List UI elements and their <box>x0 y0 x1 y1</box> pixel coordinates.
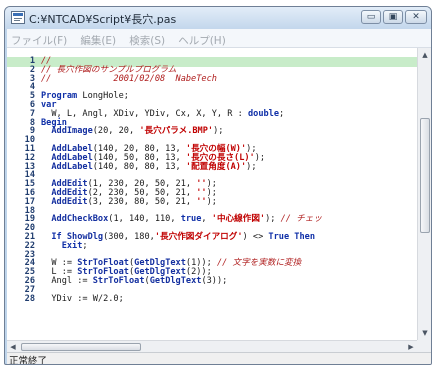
line-number: 21 <box>24 231 35 242</box>
line-number: 27 <box>24 284 35 295</box>
code-line[interactable]: 3 // 2001/02/08 NabeTech <box>7 73 417 84</box>
code-token: (20, 20, <box>92 126 140 137</box>
horizontal-scrollbar[interactable]: ◀ ▶ <box>7 340 417 352</box>
code-token: ; <box>279 108 285 119</box>
line-number: 4 <box>29 82 35 93</box>
editor-window: C:¥NTCAD¥Script¥長穴.pas ▭ ▣ ✕ ファイル(F) 編集(… <box>4 6 432 365</box>
code-token: ); <box>206 196 217 207</box>
scroll-up-arrow-icon[interactable]: ▲ <box>418 48 431 62</box>
line-number: 28 <box>24 293 35 304</box>
line-number: 9 <box>29 126 35 137</box>
code-token: '長穴作図ダイアログ' <box>154 231 243 242</box>
code-token: , <box>201 214 212 225</box>
close-button[interactable]: ✕ <box>405 10 427 24</box>
status-text: 正常終了 <box>9 356 48 365</box>
code-token: // 文字を実数に変換 <box>216 258 302 269</box>
code-line[interactable]: 28 YDiv := W/2.0; <box>7 293 417 304</box>
code-token: // 2001/02/08 NabeTech <box>41 73 217 84</box>
code-token: True Then <box>268 231 315 242</box>
code-token: AddCheckBox <box>41 214 109 225</box>
line-number: 13 <box>24 161 35 172</box>
line-number: 19 <box>24 214 35 225</box>
menu-bar: ファイル(F) 編集(E) 検索(S) ヘルプ(H) <box>7 29 431 48</box>
code-token: Angl := <box>41 275 93 286</box>
code-line[interactable]: 9 AddImage(20, 20, '長穴パラメ.BMP'); <box>7 127 417 136</box>
code-token: W, L, Angl, XDiv, YDiv, Cx, X, Y, R : <box>41 108 248 119</box>
title-bar[interactable]: C:¥NTCAD¥Script¥長穴.pas ▭ ▣ ✕ <box>5 7 431 29</box>
line-number: 1 <box>29 56 35 66</box>
line-number: 7 <box>29 108 35 119</box>
menu-edit[interactable]: 編集(E) <box>76 30 120 48</box>
line-number: 26 <box>24 275 35 286</box>
code-token: (140, 80, 80, 13, <box>92 161 186 172</box>
code-token: Exit <box>41 240 83 251</box>
code-token: ); <box>213 126 224 137</box>
line-number: 10 <box>24 135 35 146</box>
vertical-scrollbar[interactable]: ▲ ▼ <box>417 48 431 340</box>
line-number: 24 <box>24 258 35 269</box>
code-token: (1, 140, 110, <box>108 214 181 225</box>
line-number: 15 <box>24 179 35 190</box>
code-line[interactable]: 26 Angl := StrToFloat(GetDlgText(3)); <box>7 277 417 286</box>
window-title: C:¥NTCAD¥Script¥長穴.pas <box>29 13 177 26</box>
code-token: ); <box>246 161 257 172</box>
code-token: YDiv := W/2.0; <box>41 293 124 304</box>
code-lines[interactable]: 1//2// 長穴作図のサンプルプログラム 3// 2001/02/08 Nabe… <box>7 57 417 303</box>
code-line[interactable]: 19 AddCheckBox(1, 140, 110, true, '中心線作図… <box>7 215 417 224</box>
code-editor[interactable]: 1//2// 長穴作図のサンプルプログラム 3// 2001/02/08 Nabe… <box>7 48 417 340</box>
menu-file[interactable]: ファイル(F) <box>7 30 71 48</box>
maximize-button[interactable]: ▣ <box>383 10 403 24</box>
code-token: true <box>180 214 202 225</box>
line-number: 22 <box>24 240 35 251</box>
line-number: 17 <box>24 196 35 207</box>
code-token: '配置角度(A)' <box>185 161 247 172</box>
code-token: AddLabel <box>41 161 93 172</box>
line-number: 25 <box>24 267 35 278</box>
vertical-scroll-thumb[interactable] <box>420 118 430 233</box>
line-number: 8 <box>29 117 35 128</box>
line-number: 5 <box>29 91 35 102</box>
app-icon[interactable] <box>11 11 25 24</box>
code-token: '' <box>196 196 207 207</box>
code-line[interactable]: 13 AddLabel(140, 80, 80, 13, '配置角度(A)'); <box>7 161 417 172</box>
line-number: 3 <box>29 73 35 84</box>
code-token: '長穴パラメ.BMP' <box>139 126 214 137</box>
code-token: ) <> <box>242 231 269 242</box>
scroll-down-arrow-icon[interactable]: ▼ <box>418 326 431 340</box>
code-token: // チェッ <box>280 214 322 225</box>
code-token: '中心線作図' <box>211 214 266 225</box>
scrollbar-corner <box>417 340 431 352</box>
code-token: double <box>247 108 280 119</box>
menu-search[interactable]: 検索(S) <box>125 30 169 48</box>
code-token: (3, 230, 80, 50, 21, <box>87 196 197 207</box>
code-line[interactable]: 17 AddEdit(3, 230, 80, 50, 21, ''); <box>7 196 417 207</box>
code-token: ); <box>265 214 281 225</box>
line-number: 23 <box>24 249 35 260</box>
line-number: 12 <box>24 152 35 163</box>
minimize-button[interactable]: ▭ <box>361 10 381 24</box>
horizontal-scroll-thumb[interactable] <box>21 343 141 351</box>
code-line[interactable]: 7 W, L, Angl, XDiv, YDiv, Cx, X, Y, R : … <box>7 108 417 119</box>
status-bar: 正常終了 <box>7 352 431 365</box>
menu-help[interactable]: ヘルプ(H) <box>174 30 230 48</box>
code-token: (3)); <box>201 275 228 286</box>
code-token: LongHole; <box>77 91 129 102</box>
line-number: 2 <box>29 64 35 75</box>
code-token: ; <box>82 240 88 251</box>
code-token: StrToFloat <box>92 275 145 286</box>
code-token: GetDlgText <box>149 275 202 286</box>
code-token: (300, 180, <box>103 231 155 242</box>
code-line[interactable]: 22 Exit; <box>7 240 417 251</box>
line-number: 20 <box>24 223 35 234</box>
line-number: 18 <box>24 205 35 216</box>
line-number: 16 <box>24 187 35 198</box>
code-line[interactable]: 5 Program LongHole; <box>7 92 417 101</box>
line-number: 14 <box>24 170 35 181</box>
code-token: AddEdit <box>41 196 88 207</box>
code-token: AddImage <box>41 126 93 137</box>
line-number: 6 <box>29 99 35 110</box>
line-number: 11 <box>24 143 35 154</box>
